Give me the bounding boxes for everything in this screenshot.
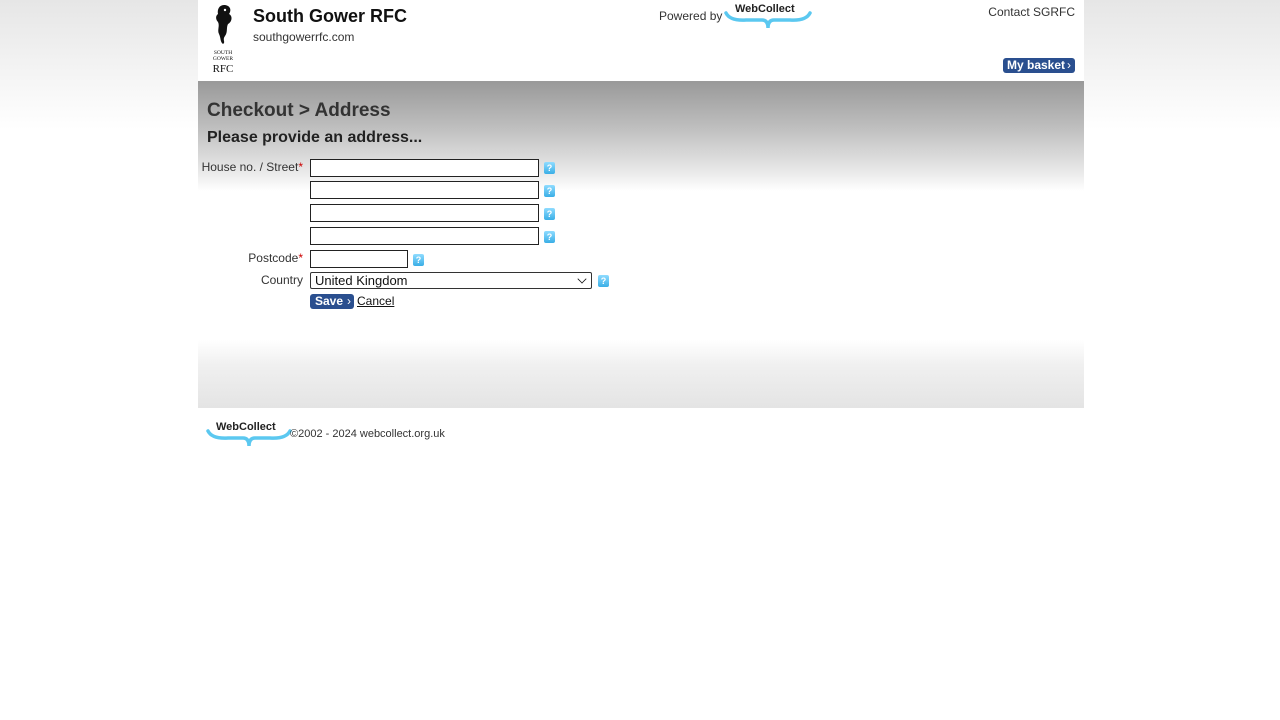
svg-text:RFC: RFC bbox=[213, 63, 234, 74]
postcode-help-icon[interactable]: ? bbox=[413, 254, 424, 266]
copyright-text: ©2002 - 2024 webcollect.org.uk bbox=[290, 428, 445, 440]
chevron-right-icon: › bbox=[347, 294, 351, 308]
street-label-text: House no. / Street bbox=[201, 160, 299, 174]
page-subheading: Please provide an address... bbox=[207, 129, 423, 146]
seahorse-logo-icon[interactable]: SOUTH GOWER RFC bbox=[208, 2, 238, 74]
cancel-link[interactable]: Cancel bbox=[357, 294, 394, 308]
street-line-1-help-icon[interactable]: ? bbox=[544, 162, 555, 174]
postcode-input[interactable] bbox=[310, 250, 408, 268]
my-basket-button[interactable]: My basket › bbox=[1003, 58, 1075, 73]
save-button[interactable]: Save › bbox=[310, 294, 354, 309]
content-footer-band bbox=[198, 340, 1084, 408]
required-marker: * bbox=[298, 251, 303, 265]
club-name[interactable]: South Gower RFC bbox=[253, 6, 407, 27]
powered-by-label: Powered by bbox=[659, 9, 723, 23]
page-title: Checkout > Address bbox=[207, 100, 391, 121]
svg-text:WebCollect: WebCollect bbox=[735, 3, 795, 15]
svg-text:GOWER: GOWER bbox=[213, 56, 233, 62]
street-line-3-input[interactable] bbox=[310, 204, 539, 222]
street-line-1-input[interactable] bbox=[310, 159, 539, 177]
street-line-3-help-icon[interactable]: ? bbox=[544, 208, 555, 220]
street-label: House no. / Street* bbox=[198, 160, 303, 174]
page: SOUTH GOWER RFC South Gower RFC southgow… bbox=[198, 0, 1084, 720]
street-line-2-help-icon[interactable]: ? bbox=[544, 185, 555, 197]
contact-link[interactable]: Contact SGRFC bbox=[988, 5, 1075, 19]
street-line-2-input[interactable] bbox=[310, 181, 539, 199]
required-marker: * bbox=[298, 160, 303, 174]
country-label: Country bbox=[260, 273, 303, 287]
save-label: Save bbox=[315, 294, 344, 308]
street-line-4-help-icon[interactable]: ? bbox=[544, 231, 555, 243]
chevron-right-icon: › bbox=[1067, 58, 1071, 72]
postcode-label-text: Postcode bbox=[248, 251, 299, 265]
street-line-4-input[interactable] bbox=[310, 227, 539, 245]
club-website[interactable]: southgowerrfc.com bbox=[253, 30, 354, 44]
webcollect-footer-logo[interactable]: WebCollect bbox=[206, 419, 292, 449]
postcode-label: Postcode* bbox=[198, 251, 303, 265]
webcollect-logo[interactable]: WebCollect bbox=[724, 1, 812, 31]
country-select[interactable]: United Kingdom bbox=[310, 272, 592, 289]
svg-text:WebCollect: WebCollect bbox=[216, 421, 276, 433]
country-help-icon[interactable]: ? bbox=[598, 275, 609, 287]
chevron-down-icon bbox=[577, 274, 587, 284]
site-header: SOUTH GOWER RFC South Gower RFC southgow… bbox=[198, 0, 1084, 81]
country-selected-value: United Kingdom bbox=[315, 273, 408, 288]
my-basket-label: My basket bbox=[1007, 58, 1066, 72]
